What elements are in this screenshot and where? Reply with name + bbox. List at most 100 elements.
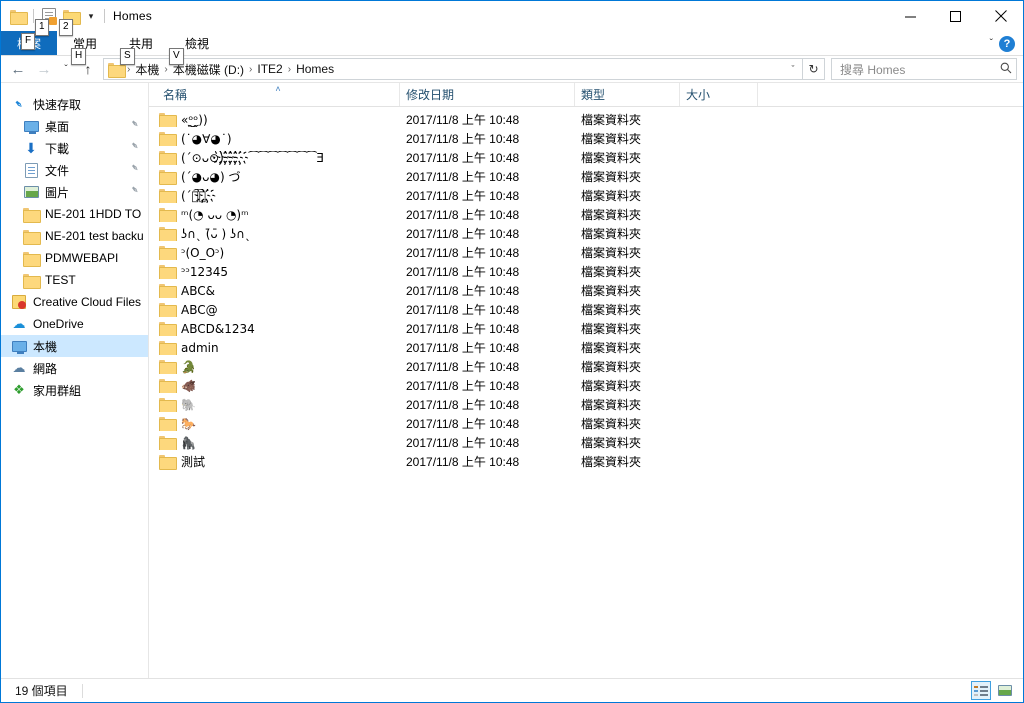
sidebar-item-9[interactable]: Creative Cloud Files xyxy=(1,291,148,313)
cell-type: 檔案資料夾 xyxy=(581,379,642,393)
table-row[interactable]: (´⊙ᴗ⊙)҉҉҉҉҉⁀⁀⁀⁀⁀⁀⁀Ǝ 2017/11/8 上午 10:48 檔案資… xyxy=(149,148,1023,167)
table-row[interactable]: ᵓ(O_Oᵓ) 2017/11/8 上午 10:48 檔案資料夾 xyxy=(149,243,1023,262)
cell-type: 檔案資料夾 xyxy=(581,360,642,374)
large-icons-view-icon xyxy=(998,685,1012,696)
refresh-button[interactable]: ↻ xyxy=(803,58,825,80)
column-header-size[interactable]: 大小 xyxy=(680,83,758,106)
minimize-button[interactable] xyxy=(888,1,933,31)
file-explorer-window: ▾ Homes 1 2 檔案 常用 共用 檢視 xyxy=(0,0,1024,703)
cell-type: 檔案資料夾 xyxy=(581,170,642,184)
sidebar-item-13[interactable]: ❖ 家用群組 xyxy=(1,379,148,401)
file-name: (´⍟͡⍟҉҉ xyxy=(181,188,217,203)
sidebar-item-7[interactable]: PDMWEBAPI xyxy=(1,247,148,269)
sidebar-item-3[interactable]: 文件 ✒ xyxy=(1,159,148,181)
breadcrumb-item-0[interactable]: 本機 xyxy=(131,61,163,78)
breadcrumb-item-3[interactable]: Homes xyxy=(292,62,338,76)
pin-icon[interactable]: ✒ xyxy=(127,140,141,154)
sidebar-item-5[interactable]: NE-201 1HDD TO xyxy=(1,203,148,225)
search-icon[interactable] xyxy=(1000,62,1012,77)
sidebar-item-icon: ☁ xyxy=(11,316,27,332)
sidebar-item-0[interactable]: ✒ 快速存取 xyxy=(1,93,148,115)
sidebar-item-6[interactable]: NE-201 test backu xyxy=(1,225,148,247)
tab-view-label: 檢視 xyxy=(184,36,209,51)
network-icon: ☁ xyxy=(12,360,26,375)
sidebar-item-label: 本機 xyxy=(33,339,58,354)
help-icon[interactable]: ? xyxy=(999,35,1015,52)
navigation-pane[interactable]: ✒ 快速存取 桌面 ✒ ⬇ 下載 ✒ 文件 ✒ 圖片 ✒ NE-201 1HDD TO NE-201 t… xyxy=(1,83,149,678)
keytip-qat-2: 2 xyxy=(59,19,73,36)
cell-name: ABC& xyxy=(157,284,400,298)
file-rows[interactable]: «ᵒ̯͜ᵒ̯)) 2017/11/8 上午 10:48 檔案資料夾 (˙◕∀◕˙) 20… xyxy=(149,107,1023,678)
table-row[interactable]: (˙◕∀◕˙) 2017/11/8 上午 10:48 檔案資料夾 xyxy=(149,129,1023,148)
column-header-type[interactable]: 類型 xyxy=(575,83,680,106)
sidebar-item-icon xyxy=(23,250,41,267)
table-row[interactable]: ABC@ 2017/11/8 上午 10:48 檔案資料夾 xyxy=(149,300,1023,319)
forward-button[interactable]: → xyxy=(31,57,57,81)
documents-icon xyxy=(24,162,38,178)
chevron-down-icon[interactable]: ˇ xyxy=(990,38,993,49)
cell-type: 檔案資料夾 xyxy=(581,417,642,431)
column-header-name-label: 名稱 xyxy=(163,88,188,102)
pin-icon[interactable]: ✒ xyxy=(127,118,141,132)
sidebar-item-8[interactable]: TEST xyxy=(1,269,148,291)
sidebar-item-10[interactable]: ☁ OneDrive xyxy=(1,313,148,335)
search-box[interactable]: 搜尋 Homes xyxy=(831,58,1017,80)
folder-icon xyxy=(159,436,177,450)
title-divider xyxy=(104,9,105,23)
qat-customize-caret[interactable]: ▾ xyxy=(82,5,100,27)
sidebar-item-12[interactable]: ☁ 網路 xyxy=(1,357,148,379)
sidebar-item-label: NE-201 test backu xyxy=(45,229,144,243)
table-row[interactable]: (´◕ᴗ◕) づ 2017/11/8 上午 10:48 檔案資料夾 xyxy=(149,167,1023,186)
status-bar: 19 個項目 xyxy=(1,678,1023,702)
sidebar-item-11[interactable]: 本機 xyxy=(1,335,148,357)
sidebar-item-label: 快速存取 xyxy=(33,97,82,112)
column-header-date[interactable]: 修改日期 xyxy=(400,83,575,106)
table-row[interactable]: (´⍟͡⍟҉҉ 2017/11/8 上午 10:48 檔案資料夾 xyxy=(149,186,1023,205)
table-row[interactable]: ᵐ(◔ ᴗᴗ ◔)ᵐ 2017/11/8 上午 10:48 檔案資料夾 xyxy=(149,205,1023,224)
sidebar-item-4[interactable]: 圖片 ✒ xyxy=(1,181,148,203)
column-header-name[interactable]: 名稱 ˄ xyxy=(157,83,400,106)
sidebar-item-label: OneDrive xyxy=(33,317,84,331)
maximize-button[interactable] xyxy=(933,1,978,31)
cell-name: ʖ∩ˎ (̄ᴗ̄ ) ʖ∩ˎ xyxy=(157,227,400,241)
qat-folder-icon-button[interactable] xyxy=(7,5,29,27)
sidebar-item-2[interactable]: ⬇ 下載 ✒ xyxy=(1,137,148,159)
sidebar-item-1[interactable]: 桌面 ✒ xyxy=(1,115,148,137)
table-row[interactable]: ABCD&1234 2017/11/8 上午 10:48 檔案資料夾 xyxy=(149,319,1023,338)
pin-icon[interactable]: ✒ xyxy=(127,184,141,198)
file-name: admin xyxy=(181,340,219,355)
address-bar[interactable]: › 本機 › 本機磁碟 (D:) › ITE2 › Homes ˇ xyxy=(103,58,803,80)
sidebar-item-icon: ⬇ xyxy=(23,140,39,156)
cell-name: ᵓᵓ12345 xyxy=(157,265,400,279)
details-view-button[interactable] xyxy=(971,681,991,700)
table-row[interactable]: 測試 2017/11/8 上午 10:48 檔案資料夾 xyxy=(149,452,1023,471)
folder-icon xyxy=(159,455,177,470)
folder-icon xyxy=(23,273,41,289)
table-row[interactable]: admin 2017/11/8 上午 10:48 檔案資料夾 xyxy=(149,338,1023,357)
table-row[interactable]: ᵓᵓ12345 2017/11/8 上午 10:48 檔案資料夾 xyxy=(149,262,1023,281)
table-row[interactable]: ʖ∩ˎ (̄ᴗ̄ ) ʖ∩ˎ 2017/11/8 上午 10:48 檔案資料夾 xyxy=(149,224,1023,243)
cell-date: 2017/11/8 上午 10:48 xyxy=(406,284,520,298)
file-name: ABCD&1234 xyxy=(181,321,255,336)
this-pc-icon xyxy=(11,340,27,354)
cell-type: 檔案資料夾 xyxy=(581,113,642,127)
table-row[interactable]: «ᵒ̯͜ᵒ̯)) 2017/11/8 上午 10:48 檔案資料夾 xyxy=(149,110,1023,129)
sidebar-item-icon xyxy=(23,162,39,178)
table-row[interactable]: 🐎 2017/11/8 上午 10:48 檔案資料夾 xyxy=(149,414,1023,433)
table-row[interactable]: ABC& 2017/11/8 上午 10:48 檔案資料夾 xyxy=(149,281,1023,300)
keytip-tab-file: F xyxy=(21,33,36,50)
back-button[interactable]: ← xyxy=(5,57,31,81)
table-row[interactable]: 🐊 2017/11/8 上午 10:48 檔案資料夾 xyxy=(149,357,1023,376)
search-input[interactable]: 搜尋 Homes xyxy=(840,61,1000,78)
pin-icon[interactable]: ✒ xyxy=(127,162,141,176)
large-icons-view-button[interactable] xyxy=(995,681,1015,700)
address-dropdown-caret[interactable]: ˇ xyxy=(784,64,802,74)
close-button[interactable] xyxy=(978,1,1023,31)
table-row[interactable]: 🐘 2017/11/8 上午 10:48 檔案資料夾 xyxy=(149,395,1023,414)
folder-icon xyxy=(159,360,177,374)
sidebar-item-icon: ☁ xyxy=(11,360,27,376)
table-row[interactable]: 🐗 2017/11/8 上午 10:48 檔案資料夾 xyxy=(149,376,1023,395)
table-row[interactable]: 🦍 2017/11/8 上午 10:48 檔案資料夾 xyxy=(149,433,1023,452)
breadcrumb-item-2[interactable]: ITE2 xyxy=(253,62,286,76)
cell-date: 2017/11/8 上午 10:48 xyxy=(406,322,520,336)
